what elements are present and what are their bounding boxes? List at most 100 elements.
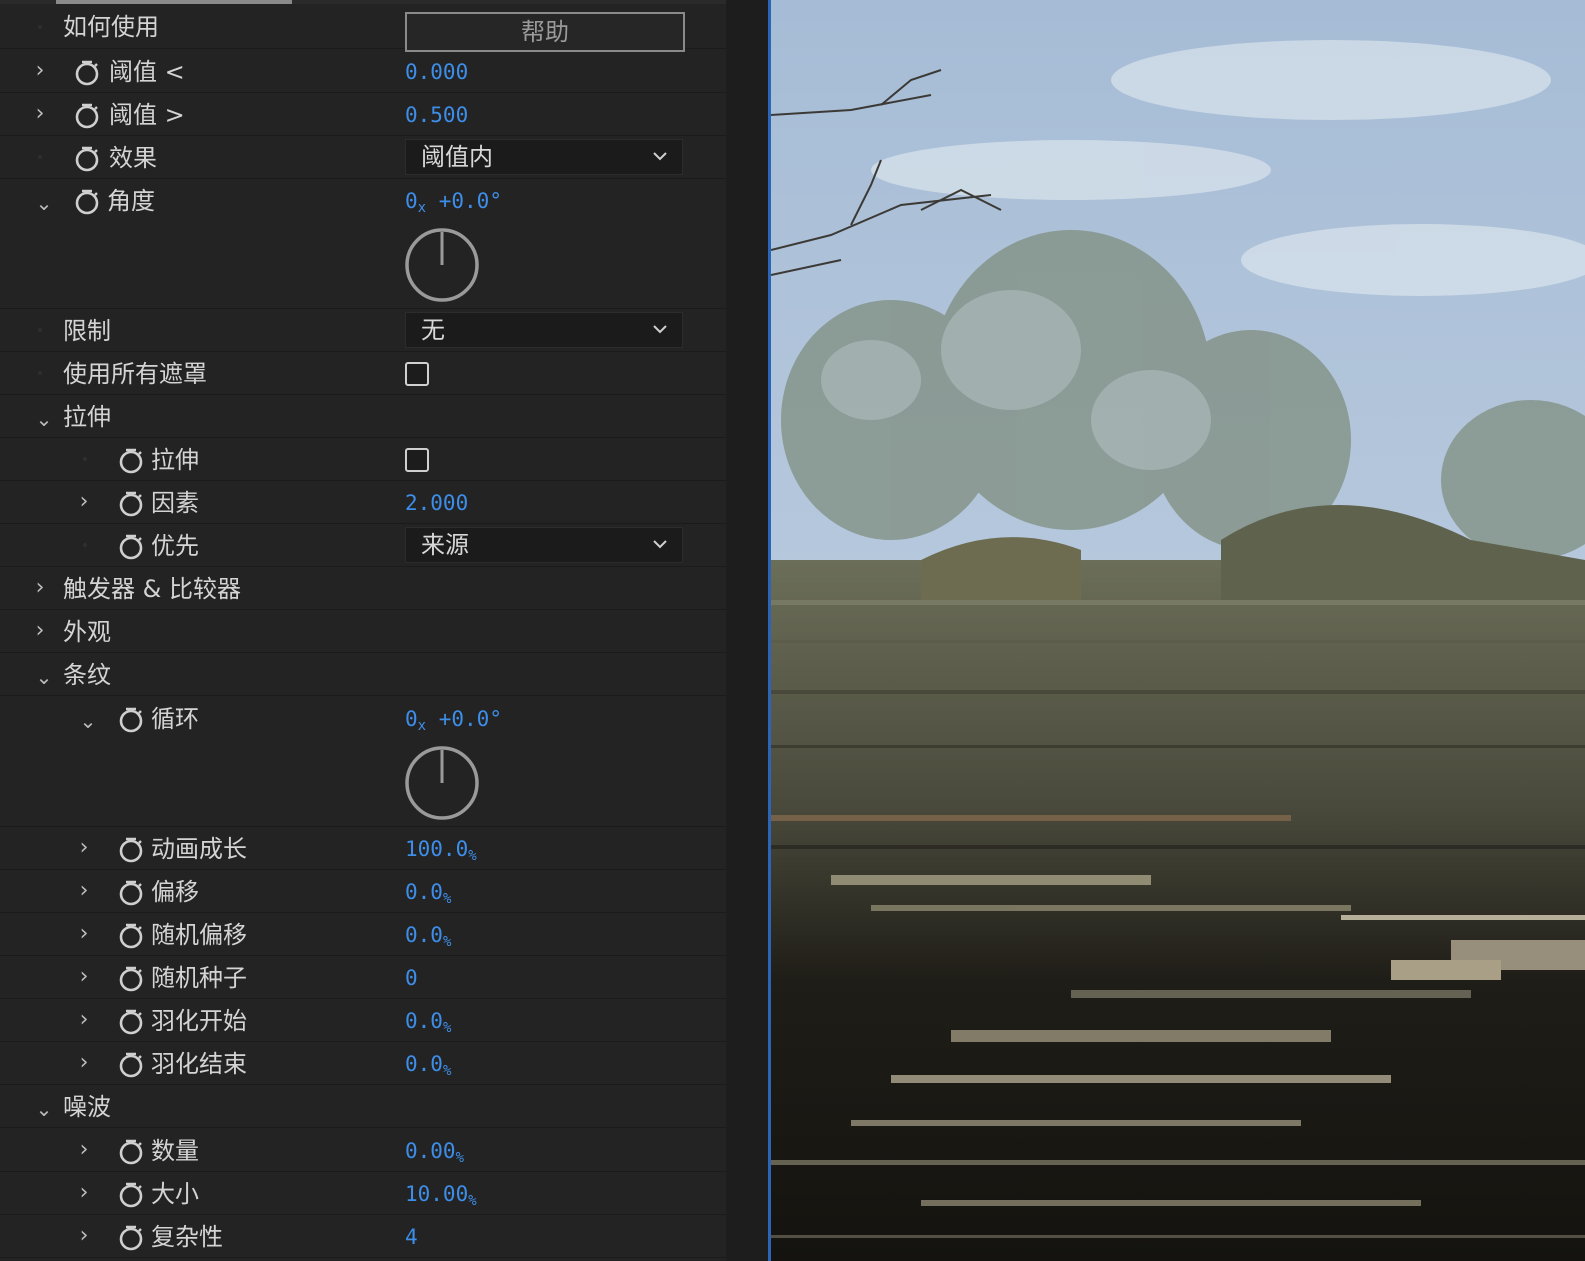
expand-chevron-icon[interactable]	[31, 104, 49, 124]
row-noise-group[interactable]: 噪波	[0, 1085, 726, 1128]
row-stretch-group[interactable]: 拉伸	[0, 395, 726, 438]
percent-unit: %	[442, 1020, 452, 1036]
collapse-chevron-icon[interactable]	[35, 1101, 53, 1121]
stopwatch-icon[interactable]	[73, 144, 101, 172]
stopwatch-icon[interactable]	[117, 1180, 145, 1208]
collapse-chevron-icon[interactable]	[35, 195, 53, 215]
complexity-value[interactable]: 4	[405, 1224, 418, 1250]
threshold-lt-value[interactable]: 0.000	[405, 59, 468, 85]
random-offset-value[interactable]: 0.0%	[405, 922, 451, 955]
feather-end-value[interactable]: 0.0%	[405, 1051, 451, 1084]
stopwatch-icon[interactable]	[117, 705, 145, 733]
row-threshold-gt: 阈值 > 0.500	[0, 93, 726, 136]
expand-chevron-icon[interactable]	[31, 578, 49, 598]
factor-value[interactable]: 2.000	[405, 490, 468, 516]
expand-chevron-icon[interactable]	[31, 61, 49, 81]
expand-chevron-icon[interactable]	[75, 1010, 93, 1030]
row-trigger-group[interactable]: 触发器 & 比较器	[0, 567, 726, 610]
percent-unit: %	[442, 1063, 452, 1079]
stretch-checkbox[interactable]	[405, 448, 429, 472]
expand-chevron-icon[interactable]	[75, 924, 93, 944]
anim-growth-number: 100.0	[405, 837, 469, 861]
cycle-value[interactable]: 0x +0.0°	[405, 706, 502, 739]
amount-value[interactable]: 0.00%	[405, 1138, 464, 1171]
priority-dropdown-value: 来源	[421, 531, 469, 559]
row-threshold-lt: 阈值 < 0.000	[0, 50, 726, 93]
row-stripes-group[interactable]: 条纹	[0, 653, 726, 696]
size-number: 10.00	[405, 1182, 469, 1206]
stretch-label: 拉伸	[151, 446, 199, 474]
chevron-down-icon	[653, 325, 667, 334]
stopwatch-icon[interactable]	[73, 58, 101, 86]
complexity-label: 复杂性	[151, 1223, 223, 1251]
cycle-dial[interactable]	[404, 745, 480, 821]
row-angle: 角度 0x +0.0°	[0, 179, 726, 309]
row-anim-growth: 动画成长 100.0%	[0, 827, 726, 870]
expand-chevron-icon[interactable]	[31, 621, 49, 641]
stopwatch-icon[interactable]	[117, 835, 145, 863]
angle-rev-unit: x	[417, 200, 427, 216]
stopwatch-icon[interactable]	[117, 1050, 145, 1078]
limit-dropdown-value: 无	[421, 316, 445, 344]
random-offset-number: 0.0	[405, 923, 443, 947]
expand-chevron-icon[interactable]	[75, 1053, 93, 1073]
stopwatch-icon[interactable]	[117, 532, 145, 560]
random-offset-label: 随机偏移	[151, 921, 247, 949]
stretch-group-label: 拉伸	[63, 403, 111, 431]
stopwatch-icon[interactable]	[117, 446, 145, 474]
stopwatch-icon[interactable]	[117, 964, 145, 992]
percent-unit: %	[468, 848, 477, 864]
expand-chevron-icon[interactable]	[75, 1226, 93, 1246]
cycle-revolutions: 0	[405, 707, 418, 731]
expand-chevron-icon[interactable]	[75, 1183, 93, 1203]
random-seed-label: 随机种子	[151, 964, 247, 992]
limit-dropdown[interactable]: 无	[405, 312, 683, 348]
trigger-group-label: 触发器 & 比较器	[63, 575, 241, 603]
expand-chevron-icon[interactable]	[75, 967, 93, 987]
expand-chevron-icon[interactable]	[75, 838, 93, 858]
offset-number: 0.0	[405, 880, 443, 904]
random-seed-value[interactable]: 0	[405, 965, 418, 991]
row-appearance-group[interactable]: 外观	[0, 610, 726, 653]
size-value[interactable]: 10.00%	[405, 1181, 477, 1214]
expand-chevron-icon[interactable]	[75, 492, 93, 512]
row-indent-dot	[83, 457, 87, 461]
row-stretch: 拉伸	[0, 438, 726, 481]
stopwatch-icon[interactable]	[117, 1007, 145, 1035]
stopwatch-icon[interactable]	[117, 1223, 145, 1251]
expand-chevron-icon[interactable]	[75, 1140, 93, 1160]
stopwatch-icon[interactable]	[117, 878, 145, 906]
collapse-chevron-icon[interactable]	[35, 411, 53, 431]
use-all-masks-checkbox[interactable]	[405, 362, 429, 386]
percent-unit: %	[442, 891, 452, 907]
angle-value[interactable]: 0x +0.0°	[405, 188, 502, 221]
angle-revolutions: 0	[405, 189, 418, 213]
collapse-chevron-icon[interactable]	[79, 713, 97, 733]
row-help: 如何使用 帮助	[0, 6, 726, 52]
row-priority: 优先 来源	[0, 524, 726, 567]
row-indent-dot	[38, 155, 42, 159]
effect-controls-panel: 如何使用 帮助 阈值 < 0.000 阈值 > 0.500 效果 阈值内 角度 …	[0, 0, 726, 1261]
threshold-gt-value[interactable]: 0.500	[405, 102, 468, 128]
threshold-lt-label: 阈值 <	[109, 58, 185, 86]
stopwatch-icon[interactable]	[117, 489, 145, 517]
composition-preview[interactable]	[771, 0, 1585, 1261]
row-effect: 效果 阈值内	[0, 136, 726, 179]
preview-image	[771, 0, 1585, 1261]
help-button[interactable]: 帮助	[405, 12, 685, 52]
stopwatch-icon[interactable]	[117, 921, 145, 949]
feather-start-value[interactable]: 0.0%	[405, 1008, 451, 1041]
stopwatch-icon[interactable]	[73, 101, 101, 129]
expand-chevron-icon[interactable]	[75, 881, 93, 901]
row-complexity: 复杂性 4	[0, 1215, 726, 1258]
angle-dial[interactable]	[404, 227, 480, 303]
feather-start-number: 0.0	[405, 1009, 443, 1033]
stopwatch-icon[interactable]	[117, 1137, 145, 1165]
priority-dropdown[interactable]: 来源	[405, 527, 683, 563]
threshold-gt-label: 阈值 >	[109, 101, 185, 129]
anim-growth-value[interactable]: 100.0%	[405, 836, 477, 869]
stopwatch-icon[interactable]	[73, 187, 101, 215]
effect-dropdown[interactable]: 阈值内	[405, 139, 683, 175]
offset-value[interactable]: 0.0%	[405, 879, 451, 912]
collapse-chevron-icon[interactable]	[35, 669, 53, 689]
